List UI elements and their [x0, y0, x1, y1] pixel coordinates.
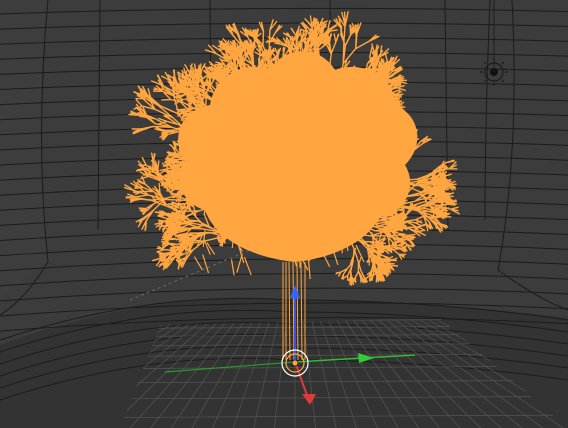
- object-origin-icon[interactable]: [291, 359, 299, 367]
- 3d-viewport[interactable]: [0, 0, 568, 428]
- viewport-canvas[interactable]: [0, 0, 568, 428]
